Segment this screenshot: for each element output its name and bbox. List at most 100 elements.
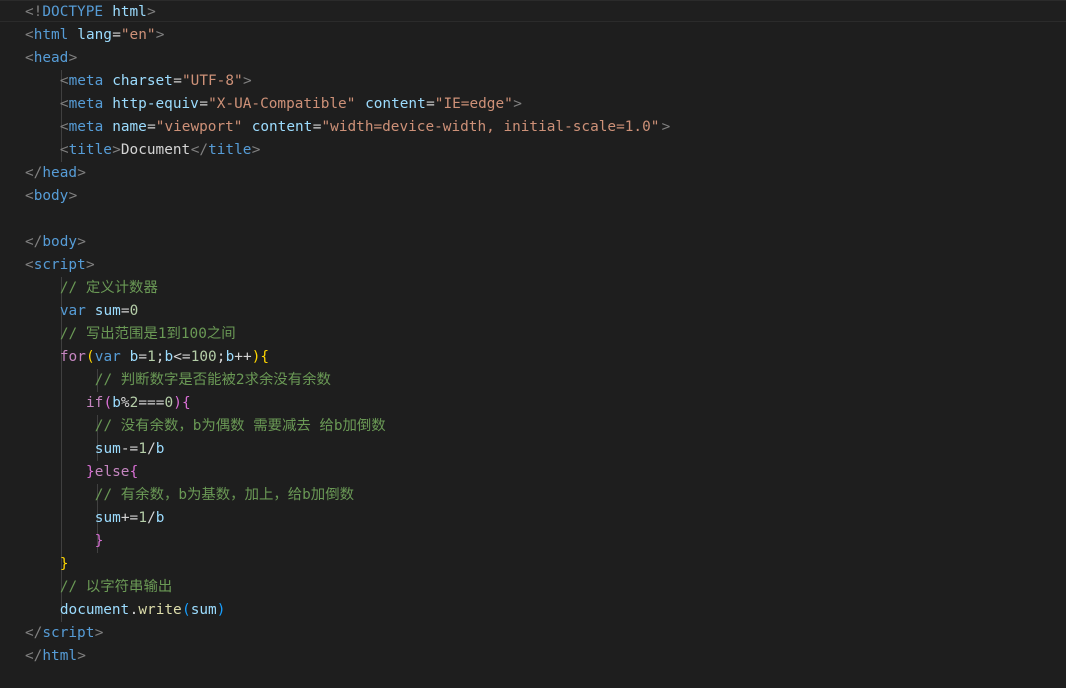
- code-token-str: "IE=edge": [434, 96, 513, 112]
- code-line-19[interactable]: // 没有余数，b为偶数 需要减去 给b加倒数: [0, 415, 1066, 438]
- indent-guide: [61, 461, 62, 484]
- code-line-7[interactable]: < title > Document </title >: [0, 139, 1066, 162]
- code-token-num: 1: [138, 510, 148, 526]
- code-token-punc: <: [25, 50, 34, 66]
- code-token-punc: <!: [25, 4, 43, 20]
- code-token-str: "UTF-8": [182, 73, 243, 89]
- code-token-kw: for: [59, 349, 86, 365]
- code-token-var: sum: [94, 441, 121, 457]
- code-line-3[interactable]: < head >: [0, 47, 1066, 70]
- code-token-tag: html: [33, 27, 69, 43]
- code-area[interactable]: <! DOCTYPE html > < html lang = "en" > < head > < meta…: [0, 1, 1066, 668]
- code-token-punc: <: [25, 27, 34, 43]
- code-token-op: +=: [120, 510, 139, 526]
- code-token-op: %: [120, 395, 130, 411]
- code-token-tag: meta: [68, 119, 104, 135]
- code-token-tag: title: [208, 142, 252, 158]
- indent-guide: [61, 507, 62, 530]
- code-line-2[interactable]: < html lang = "en" >: [0, 24, 1066, 47]
- code-token-b1: ): [251, 349, 261, 365]
- code-line-23[interactable]: sum += 1/b: [0, 507, 1066, 530]
- code-token-op: /: [147, 510, 156, 526]
- code-line-5[interactable]: < meta http-equiv = "X-UA-Compatible" content…: [0, 93, 1066, 116]
- code-token-op: =: [138, 349, 148, 365]
- code-token-cmt: // 有余数，b为基数，加上，给b加倒数: [94, 487, 354, 503]
- code-token-num: 0: [129, 303, 139, 319]
- code-line-20[interactable]: sum -= 1/b: [0, 438, 1066, 461]
- code-line-25[interactable]: }: [0, 553, 1066, 576]
- code-token-punc: >: [155, 27, 165, 43]
- code-token-attr: charset: [112, 73, 173, 89]
- code-token-plain: ;: [216, 349, 226, 365]
- code-token-tag: head: [33, 50, 69, 66]
- code-line-6[interactable]: < meta name = "viewport" content = "width=devic…: [0, 116, 1066, 139]
- code-token-num: 0: [164, 395, 174, 411]
- code-token-op: ++: [234, 349, 252, 365]
- code-token-var: b: [155, 441, 165, 457]
- code-token-punc: >: [147, 4, 156, 20]
- code-token-var: document: [59, 602, 130, 618]
- code-line-16[interactable]: for(var b = 1; b <= 100; b ++){: [0, 346, 1066, 369]
- code-token-attr: html: [112, 4, 147, 20]
- code-editor[interactable]: <! DOCTYPE html > < html lang = "en" > < head > < meta…: [0, 0, 1066, 688]
- indent-guide: [61, 415, 62, 438]
- code-token-tag: meta: [68, 73, 104, 89]
- indent-guide: [61, 369, 62, 392]
- code-line-17[interactable]: // 判断数字是否能被2求余没有余数: [0, 369, 1066, 392]
- code-line-27[interactable]: document. write(sum): [0, 599, 1066, 622]
- code-line-14[interactable]: var sum = 0: [0, 300, 1066, 323]
- code-token-var: b: [155, 510, 165, 526]
- code-line-21[interactable]: } else{: [0, 461, 1066, 484]
- code-line-15[interactable]: // 写出范围是1到100之间: [0, 323, 1066, 346]
- code-token-tag: body: [42, 234, 78, 250]
- code-line-11[interactable]: </body >: [0, 231, 1066, 254]
- code-token-b2: {: [129, 464, 139, 480]
- code-token-punc: >: [77, 234, 86, 250]
- code-token-punc: >: [86, 257, 95, 273]
- code-token-punc: </: [190, 142, 209, 158]
- code-line-9[interactable]: < body >: [0, 185, 1066, 208]
- code-token-cmt: // 写出范围是1到100之间: [59, 326, 236, 342]
- code-token-punc: <: [59, 142, 69, 158]
- code-line-28[interactable]: </script >: [0, 622, 1066, 645]
- code-token-punc: >: [68, 50, 78, 66]
- code-token-tag: script: [33, 257, 86, 273]
- code-token-attr: content: [251, 119, 313, 135]
- code-line-1[interactable]: <! DOCTYPE html >: [0, 1, 1066, 24]
- code-token-punc: >: [77, 648, 86, 664]
- code-token-tag: script: [42, 625, 95, 641]
- code-token-b1: }: [59, 556, 69, 572]
- code-token-punc: <: [59, 119, 69, 135]
- indent-guide: [61, 530, 62, 553]
- code-line-12[interactable]: < script >: [0, 254, 1066, 277]
- code-token-plain: =: [147, 119, 156, 135]
- code-line-4[interactable]: < meta charset = "UTF-8" >: [0, 70, 1066, 93]
- code-line-22[interactable]: // 有余数，b为基数，加上，给b加倒数: [0, 484, 1066, 507]
- code-token-op: <=: [173, 349, 191, 365]
- code-line-10[interactable]: [0, 208, 1066, 231]
- code-token-num: 100: [190, 349, 217, 365]
- code-line-13[interactable]: // 定义计数器: [0, 277, 1066, 300]
- code-token-b3: ): [216, 602, 226, 618]
- code-line-24[interactable]: }: [0, 530, 1066, 553]
- code-token-tag: DOCTYPE: [42, 4, 104, 20]
- code-line-29[interactable]: </html >: [0, 645, 1066, 668]
- code-token-punc: >: [77, 165, 86, 181]
- code-token-cmt: // 判断数字是否能被2求余没有余数: [94, 372, 331, 388]
- code-token-plain: ;: [155, 349, 165, 365]
- code-token-b3: (: [182, 602, 191, 618]
- code-line-18[interactable]: if(b% 2 === 0){: [0, 392, 1066, 415]
- code-token-attr: name: [112, 119, 147, 135]
- code-line-8[interactable]: </head >: [0, 162, 1066, 185]
- code-token-b2: (: [103, 395, 113, 411]
- indent-guide: [61, 392, 62, 415]
- code-token-punc: </: [25, 625, 43, 641]
- code-token-b2: }: [94, 533, 104, 549]
- code-token-var: b: [112, 395, 121, 411]
- code-token-punc: >: [661, 119, 671, 135]
- code-line-26[interactable]: // 以字符串输出: [0, 576, 1066, 599]
- code-token-fn: write: [138, 602, 182, 618]
- code-token-op: =: [120, 303, 130, 319]
- code-token-tag: head: [42, 165, 78, 181]
- code-token-attr: http-equiv: [112, 96, 199, 112]
